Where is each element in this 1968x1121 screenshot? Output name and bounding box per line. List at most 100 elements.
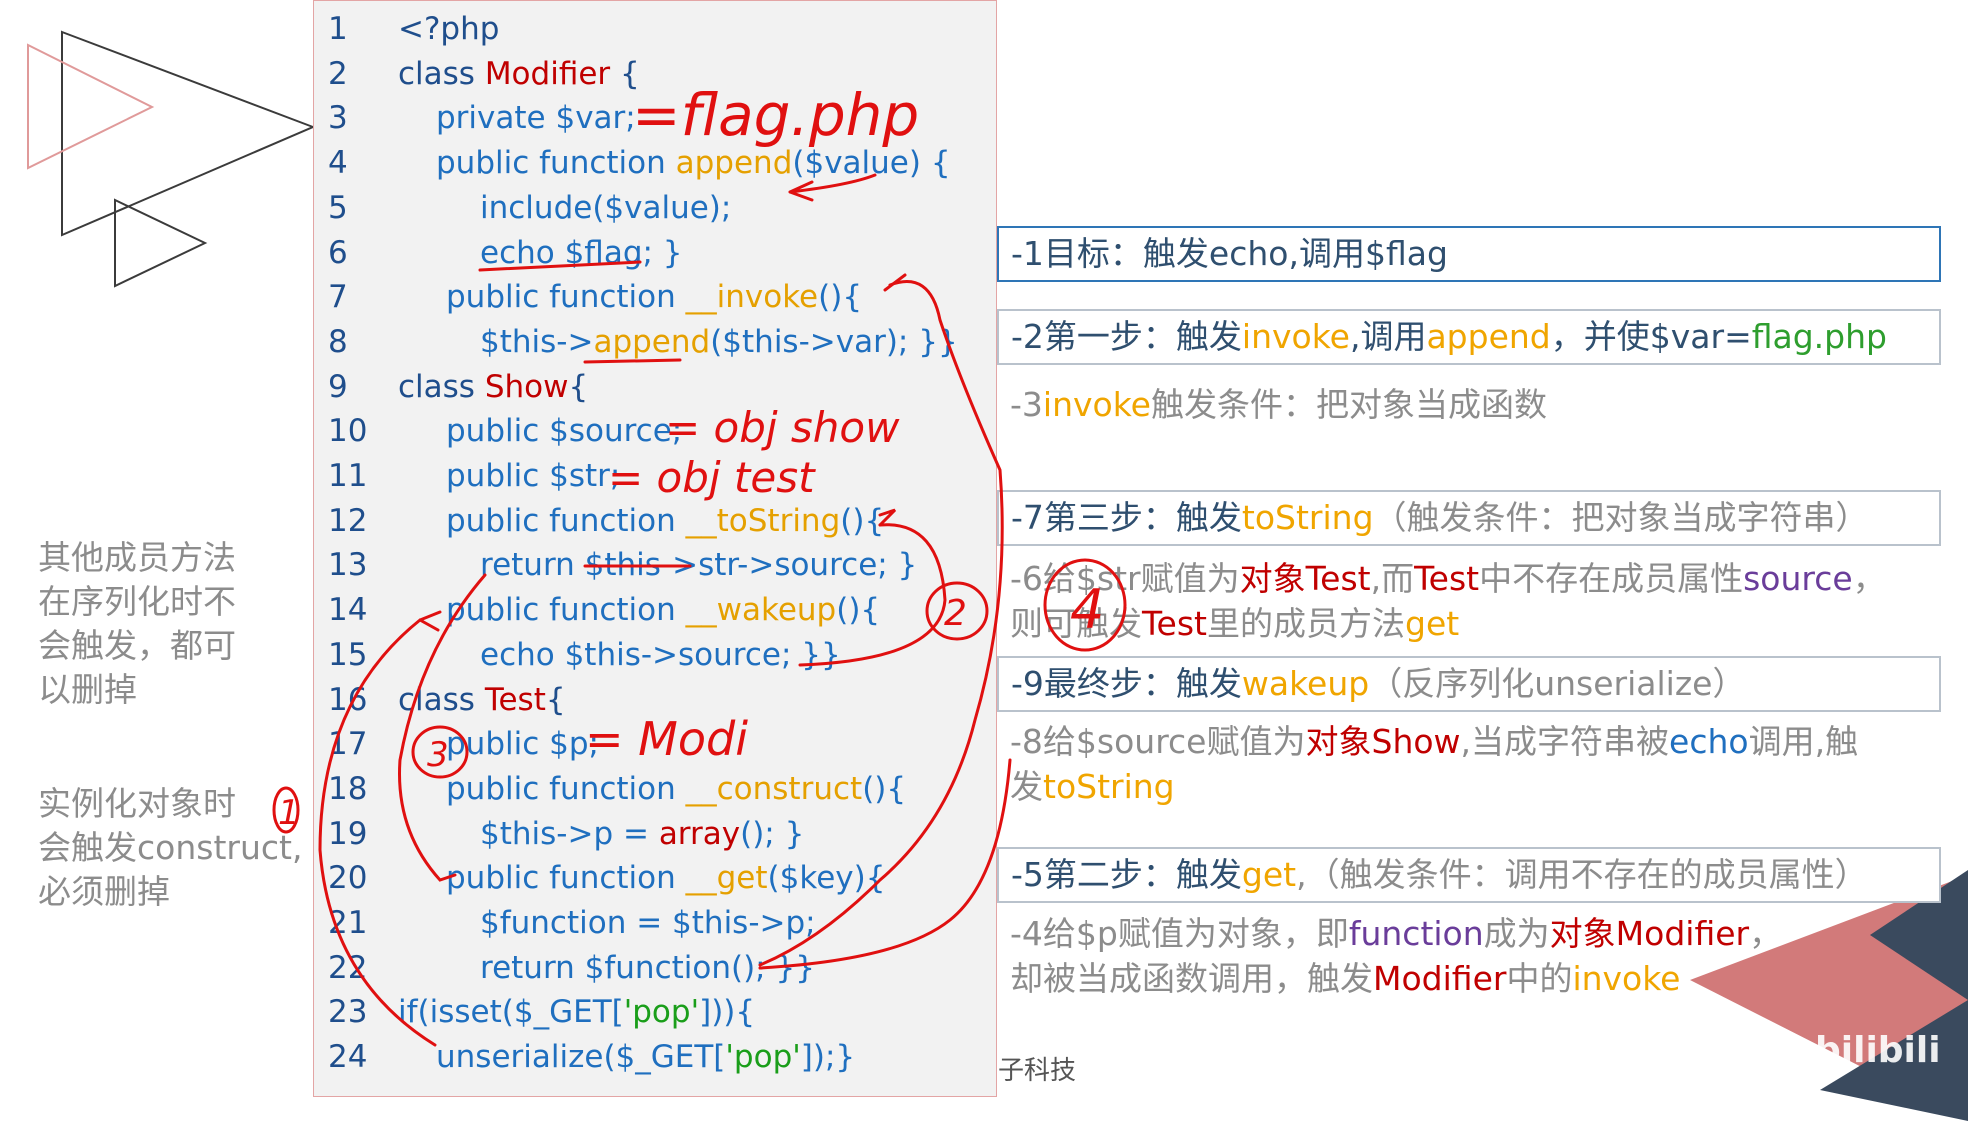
outline-triangle-pink xyxy=(27,43,155,170)
step-text-segment: echo xyxy=(1669,722,1749,761)
line-number: 2 xyxy=(328,55,348,92)
step-text-segment: get xyxy=(1241,855,1297,894)
code-token: public function xyxy=(436,145,676,182)
code-token: { xyxy=(610,55,640,92)
code-text: class Show{ xyxy=(398,365,588,409)
step-9-final: -9最终步：触发wakeup（反序列化unserialize） xyxy=(997,656,1941,712)
side-note-line: 会触发，都可 xyxy=(38,626,236,665)
step-text-segment: -4给$p赋值为对象，即 xyxy=(1010,914,1349,953)
code-text: <?php xyxy=(398,7,499,51)
code-token: class xyxy=(398,681,485,718)
step-text-segment: 发 xyxy=(1010,767,1043,806)
code-token: Show xyxy=(484,368,569,405)
step-2-first: -2第一步：触发invoke,调用append，并使$var=flag.php xyxy=(997,309,1941,365)
step-text-segment: source xyxy=(1743,559,1853,598)
code-token: __get xyxy=(685,860,768,897)
side-note-line: 会触发construct, xyxy=(38,828,303,867)
step-text-segment: （触发条件：把对象当成字符串） xyxy=(1373,498,1869,537)
code-token: __toString xyxy=(685,502,841,539)
side-note-line: 其他成员方法 xyxy=(38,538,236,577)
bilibili-logo: bilibili xyxy=(1815,1030,1941,1071)
step-text-segment: 却被当成函数调用，触发 xyxy=(1010,959,1373,998)
code-token: $var; xyxy=(555,100,636,137)
code-token: public $source; xyxy=(446,413,683,450)
code-text: $this->append($this->var); }} xyxy=(480,320,958,364)
code-text: public $source; xyxy=(446,409,682,453)
code-text: public function __construct(){ xyxy=(446,767,906,811)
step-text-segment: -7第三步：触发 xyxy=(1011,498,1242,537)
code-token: public function xyxy=(446,860,686,897)
step-text-segment: ， xyxy=(1749,914,1783,953)
step-text-segment: -6给$str赋值为 xyxy=(1010,559,1240,598)
code-text: public function __wakeup(){ xyxy=(446,588,880,632)
code-text: public $p; xyxy=(446,722,599,766)
line-number: 18 xyxy=(328,770,368,807)
side-note-other-methods: 其他成员方法 在序列化时不 会触发，都可 以删掉 xyxy=(38,536,236,712)
code-token: <?php xyxy=(398,11,500,47)
code-token: private xyxy=(436,100,556,137)
code-text: class Test{ xyxy=(398,678,566,722)
step-text-segment: Test xyxy=(1142,604,1207,643)
step-6-line-2: 则可触发Test里的成员方法get xyxy=(1010,602,1459,646)
step-text-segment: 中不存在成员属性 xyxy=(1479,559,1744,598)
step-4-line-1: -4给$p赋值为对象，即function成为对象Modifier， xyxy=(1010,912,1782,956)
line-number: 12 xyxy=(328,502,368,539)
step-text-segment: ,当成字符串被 xyxy=(1460,722,1670,761)
step-text-segment: wakeup xyxy=(1241,664,1370,703)
code-text: public function __toString(){ xyxy=(446,499,884,543)
code-token: ($this->var); }} xyxy=(710,323,958,360)
line-number: 22 xyxy=(328,949,368,986)
side-note-line: 实例化对象时 xyxy=(38,784,236,823)
code-token: append xyxy=(675,145,793,182)
step-3-invoke-condition: -3invoke触发条件：把对象当成函数 xyxy=(1010,383,1547,427)
line-number: 14 xyxy=(328,592,368,629)
step-text-segment: flag.php xyxy=(1751,317,1887,356)
line-number: 23 xyxy=(328,994,368,1031)
code-text: echo $this->source; }} xyxy=(480,633,841,677)
step-text-segment: ,（触发条件：调用不存在的成员属性） xyxy=(1296,855,1868,894)
step-text-segment: ，并使$var= xyxy=(1550,317,1752,356)
code-token: unserialize($_GET[ xyxy=(436,1039,726,1076)
line-number: 7 xyxy=(328,279,348,316)
code-token: Test xyxy=(484,681,546,718)
code-token: (){ xyxy=(840,502,885,539)
step-text-segment: 触发条件：把对象当成函数 xyxy=(1150,385,1547,424)
step-8-line-1: -8给$source赋值为对象Show,当成字符串被echo调用,触 xyxy=(1010,720,1858,764)
step-text-segment: -8给$source赋值为 xyxy=(1010,722,1306,761)
code-text: if(isset($_GET['pop'])){ xyxy=(398,990,755,1034)
code-token: include($value); xyxy=(480,189,732,226)
code-token: (){ xyxy=(836,592,881,629)
step-text-segment: 则可触发 xyxy=(1010,604,1142,643)
step-text-segment: 中的 xyxy=(1506,959,1573,998)
step-text-segment: 对象 xyxy=(1305,722,1372,761)
code-token: public function xyxy=(446,502,686,539)
step-text-segment: 对象 xyxy=(1549,914,1616,953)
code-text: $this->p = array(); } xyxy=(480,812,804,856)
step-text-segment: -2第一步：触发 xyxy=(1011,317,1242,356)
code-token: $function = $this->p; xyxy=(480,905,816,941)
code-token: return $function(); }} xyxy=(480,949,815,986)
step-text-segment: invoke xyxy=(1572,959,1681,998)
code-token: class xyxy=(398,55,485,92)
step-4-line-2: 却被当成函数调用，触发Modifier中的invoke xyxy=(1010,957,1680,1001)
line-number: 13 xyxy=(328,547,368,584)
side-note-line: 在序列化时不 xyxy=(38,582,236,621)
code-token: $this-> xyxy=(480,323,594,360)
step-text-segment: -5第二步：触发 xyxy=(1011,855,1242,894)
code-token: ]);} xyxy=(800,1039,856,1076)
step-text-segment: -9最终步：触发 xyxy=(1011,664,1242,703)
step-text-segment: Modifier xyxy=(1373,959,1507,998)
step-text-segment: 里的成员方法 xyxy=(1207,604,1405,643)
code-token: public function xyxy=(446,770,686,807)
footer-watermark: 子科技 xyxy=(998,1056,1077,1086)
line-number: 6 xyxy=(328,234,348,271)
step-text-segment: ,而 xyxy=(1370,559,1415,598)
code-text: public $str; xyxy=(446,454,620,498)
line-number: 24 xyxy=(328,1039,368,1076)
code-token: (){ xyxy=(862,770,907,807)
step-text-segment: toString xyxy=(1241,498,1374,537)
step-6-line-1: -6给$str赋值为对象Test,而Test中不存在成员属性source， xyxy=(1010,557,1886,601)
code-panel: 1 <?php 2 class Modifier {3 private $var; 4 pu… xyxy=(313,0,997,1097)
line-number: 16 xyxy=(328,681,368,718)
code-text: unserialize($_GET['pop']);} xyxy=(436,1035,855,1079)
